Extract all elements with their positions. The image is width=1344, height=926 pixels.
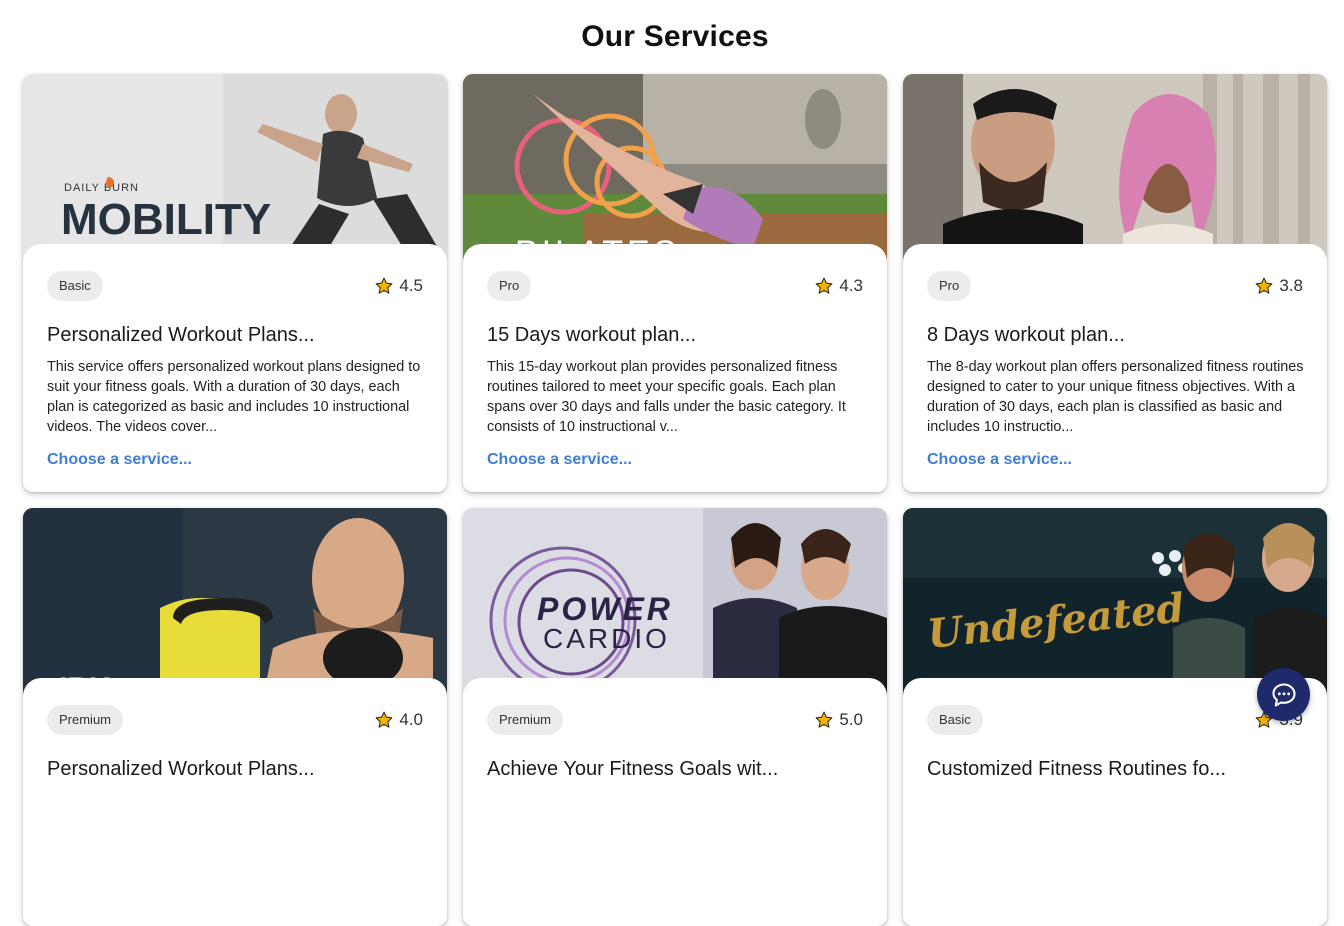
card-image-power-cardio: POWER CARDIO: [463, 508, 887, 698]
choose-service-link[interactable]: Choose a service...: [47, 451, 192, 469]
plan-badge: Premium: [47, 705, 124, 735]
page-title: Our Services: [581, 20, 769, 53]
rating-value: 3.8: [1279, 276, 1303, 295]
rating-value: 5.0: [839, 710, 863, 729]
card-title: 8 Days workout plan...: [927, 324, 1125, 346]
card-title: 15 Days workout plan...: [487, 324, 696, 346]
rating-value: 4.5: [399, 276, 423, 295]
service-card[interactable]: Undefeated Basic 3.9 Customized Fitness …: [903, 508, 1327, 926]
rating-value: 4.0: [399, 710, 423, 729]
choose-service-link[interactable]: Choose a service...: [927, 451, 1072, 469]
rating: 3.8: [1254, 276, 1303, 296]
plan-badge: Pro: [927, 271, 972, 301]
card-title: Personalized Workout Plans...: [47, 758, 315, 780]
card-description: This service offers personalized workout…: [47, 359, 421, 435]
choose-service-link[interactable]: Choose a service...: [487, 451, 632, 469]
rating: 5.0: [814, 710, 863, 730]
service-card[interactable]: IRK Premium 4.0 Personalized Workout Pla…: [23, 508, 447, 926]
card-description: This 15-day workout plan provides person…: [487, 359, 846, 435]
brand-logo-text: DAILY BURN: [64, 182, 139, 194]
star-icon: [1255, 277, 1273, 294]
card-image-meditation: [903, 74, 1327, 264]
image-headline-2: CARDIO: [543, 623, 670, 654]
rating: 4.5: [374, 276, 423, 296]
card-title: Customized Fitness Routines fo...: [927, 758, 1227, 780]
plan-badge: Pro: [487, 271, 532, 301]
rating-value: 4.3: [839, 276, 863, 295]
card-image-pilates: PILATES: [463, 74, 887, 264]
chat-bubble-icon: [1271, 682, 1296, 707]
card-title: Achieve Your Fitness Goals wit...: [487, 758, 779, 780]
card-image-undefeated: Undefeated: [903, 508, 1327, 698]
image-headline-1: POWER: [537, 591, 673, 627]
service-card[interactable]: Pro 3.8 8 Days workout plan... The 8-day…: [903, 74, 1327, 492]
chat-button[interactable]: [1257, 668, 1310, 721]
card-image-mobility: DAILY BURN MOBILITY: [23, 74, 447, 264]
service-card[interactable]: PILATES Pro 4.3 15 Days workout plan... …: [463, 74, 887, 492]
plan-badge: Basic: [927, 705, 983, 735]
star-icon: [815, 277, 833, 294]
star-icon: [815, 711, 833, 728]
plan-badge: Basic: [47, 271, 103, 301]
rating: 4.0: [374, 710, 423, 730]
plan-badge: Premium: [487, 705, 564, 735]
image-headline: MOBILITY: [61, 195, 271, 244]
star-icon: [375, 711, 393, 728]
star-icon: [375, 277, 393, 294]
service-card[interactable]: DAILY BURN MOBILITY Basic 4.5 Personaliz…: [23, 74, 447, 492]
card-title: Personalized Workout Plans...: [47, 324, 315, 346]
service-card[interactable]: POWER CARDIO Premium 5.0 Achieve Your Fi…: [463, 508, 887, 926]
card-image-kettlebell: IRK: [23, 508, 447, 698]
card-description: The 8-day workout plan offers personaliz…: [927, 359, 1304, 435]
rating: 4.3: [814, 276, 863, 296]
